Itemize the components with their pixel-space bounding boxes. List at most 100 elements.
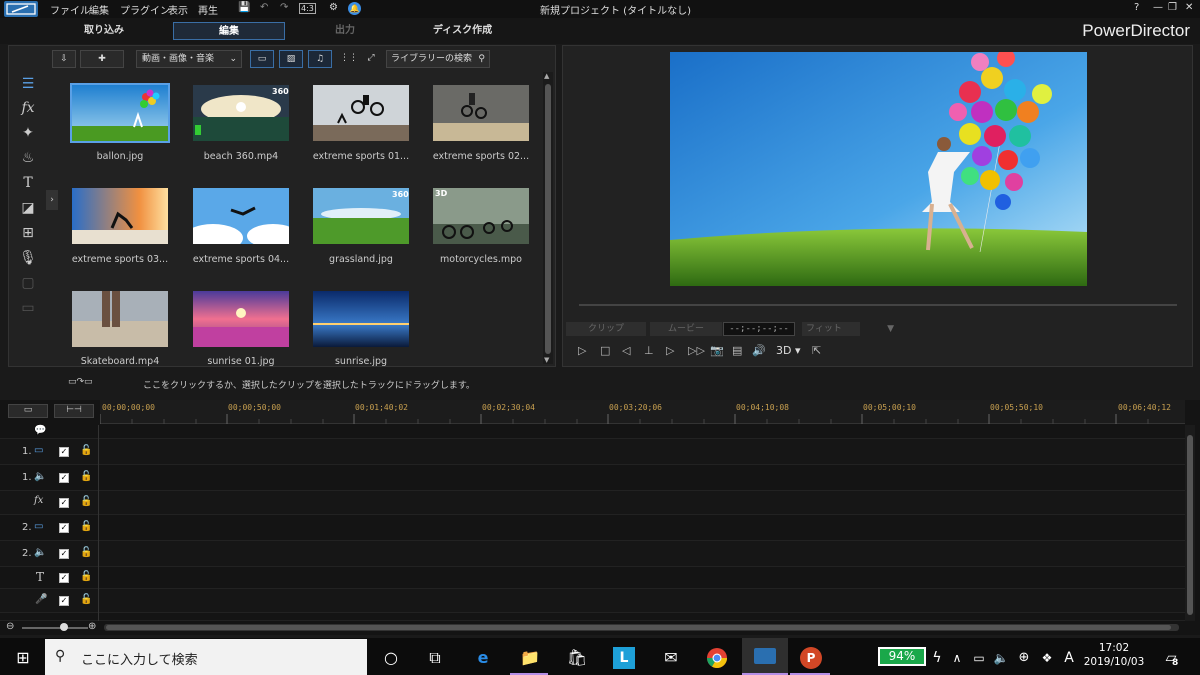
close-button[interactable]: ✕ (1185, 2, 1193, 13)
media-thumb-sunrise[interactable] (313, 291, 409, 347)
timeline-track[interactable]: 1. ▭ ✓ 🔓 (0, 439, 1185, 465)
track-enable-checkbox[interactable]: ✓ (59, 596, 69, 606)
filter-image-icon[interactable]: ▨ (279, 50, 303, 68)
media-filter-select[interactable]: 動画・画像・音楽 ⌄ (136, 50, 242, 68)
media-thumb-skateboard[interactable] (72, 291, 168, 347)
timeline-track[interactable]: 2. ▭ ✓ 🔓 (0, 515, 1185, 541)
timeline-hscroll-thumb[interactable] (106, 625, 1171, 630)
menu-playback[interactable]: 再生 (198, 2, 218, 17)
storyboard-toggle-icon[interactable]: ▭↷▭ (68, 377, 93, 387)
timeline-track[interactable] (0, 613, 1185, 621)
track-enable-checkbox[interactable]: ✓ (59, 447, 69, 457)
track-enable-checkbox[interactable]: ✓ (59, 498, 69, 508)
resize-thumbs-icon[interactable]: ⤢ (362, 50, 380, 68)
media-thumb-ballon[interactable] (70, 83, 170, 143)
cortana-icon[interactable]: ○ (380, 647, 402, 669)
media-thumb-motorcycles[interactable] (433, 188, 529, 244)
subtitles-icon[interactable]: ▤ (732, 344, 742, 357)
store-icon[interactable]: 🛍 (566, 647, 588, 669)
edge-browser-icon[interactable]: e (472, 647, 494, 669)
minimize-button[interactable]: — (1153, 2, 1163, 13)
network-globe-icon[interactable]: ⊕ (1013, 647, 1035, 669)
timeline-track[interactable]: T ✓ 🔓 (0, 567, 1185, 589)
track-enable-checkbox[interactable]: ✓ (59, 473, 69, 483)
start-windows-icon[interactable]: ⊞ (12, 647, 34, 669)
subtitle-room-icon[interactable]: ▭ (18, 298, 38, 318)
preview-progress-track[interactable] (579, 304, 1177, 306)
effects-room-icon[interactable]: fx (18, 98, 38, 118)
timeline-track[interactable]: 💬 (0, 425, 1185, 439)
tab-disc[interactable]: ディスク作成 (405, 22, 520, 40)
chrome-icon[interactable] (706, 647, 728, 669)
speaker-icon[interactable]: 🔈 (990, 647, 1012, 669)
lock-icon[interactable]: 🔓 (80, 521, 92, 532)
menu-view[interactable]: 表示 (168, 2, 188, 17)
prev-frame-icon[interactable]: ◁ (622, 344, 630, 357)
tab-edit[interactable]: 編集 (173, 22, 285, 40)
ime-indicator[interactable]: A (1058, 647, 1080, 669)
timeline-track[interactable]: 🎤 ✓ 🔓 (0, 589, 1185, 613)
timeline-vscroll[interactable] (1185, 425, 1195, 621)
media-thumb-extreme03[interactable] (72, 188, 168, 244)
zoom-out-icon[interactable]: ⊖ (6, 621, 14, 632)
media-room-icon[interactable]: ☰ (18, 74, 38, 94)
particle-room-icon[interactable]: ♨ (18, 148, 38, 168)
scroll-down-icon[interactable]: ▼ (544, 356, 549, 364)
plugin-button[interactable]: ✚ (80, 50, 124, 68)
lock-icon[interactable]: 🔓 (80, 496, 92, 507)
powerpoint-icon[interactable]: P (800, 647, 822, 669)
save-icon[interactable]: 💾 (238, 2, 250, 13)
library-scroll-thumb[interactable] (545, 84, 551, 354)
filter-music-icon[interactable]: ♫ (308, 50, 332, 68)
media-thumb-extreme02[interactable] (433, 85, 529, 141)
lock-icon[interactable]: 🔓 (80, 547, 92, 558)
pip-room-icon[interactable]: ✦ (18, 123, 38, 143)
play-icon[interactable]: ▷ (578, 344, 586, 357)
3d-mode-select[interactable]: 3D ▾ (776, 344, 801, 357)
file-explorer-icon[interactable]: 📁 (519, 647, 541, 669)
import-media-button[interactable]: ⇩ (52, 50, 76, 68)
scroll-up-icon[interactable]: ▲ (544, 72, 549, 80)
transition-room-icon[interactable]: ◪ (18, 198, 38, 218)
chapter-room-icon[interactable]: ▢ (18, 273, 38, 293)
library-search-input[interactable]: ライブラリーの検索 ⚲ (386, 50, 490, 68)
lock-icon[interactable]: 🔓 (80, 571, 92, 582)
lock-icon[interactable]: 🔓 (80, 471, 92, 482)
menu-file[interactable]: ファイル (50, 2, 90, 17)
show-hidden-icons-icon[interactable]: ∧ (946, 647, 968, 669)
undock-preview-icon[interactable]: ⇱ (812, 344, 821, 357)
voice-over-icon[interactable]: 🎙 (18, 248, 38, 268)
settings-gear-icon[interactable]: ⚙ (329, 2, 338, 13)
aspect-ratio-select[interactable]: 4:3 (299, 3, 316, 14)
clock[interactable]: 17:02 2019/10/03 (1082, 642, 1146, 668)
undo-icon[interactable]: ↶ (260, 2, 268, 13)
track-enable-checkbox[interactable]: ✓ (59, 523, 69, 533)
next-frame-icon[interactable]: ▷ (666, 344, 674, 357)
zoom-slider-knob[interactable] (60, 623, 68, 631)
timecode-input[interactable]: --;--;--;-- (723, 322, 795, 336)
library-scrollbar[interactable]: ▲ ▼ (543, 72, 553, 364)
movie-mode-button[interactable]: ムービー (650, 322, 722, 336)
track-enable-checkbox[interactable]: ✓ (59, 573, 69, 583)
split-icon[interactable]: ⊥ (644, 344, 654, 357)
media-thumb-extreme01[interactable] (313, 85, 409, 141)
menu-edit[interactable]: 編集 (89, 2, 109, 17)
fast-forward-icon[interactable]: ▷▷ (688, 344, 705, 357)
media-thumb-sunrise01[interactable] (193, 291, 289, 347)
fit-timeline-icon[interactable]: ⊢⊣ (54, 404, 94, 418)
timeline-track[interactable]: fx ✓ 🔓 (0, 491, 1185, 515)
timeline-vscroll-thumb[interactable] (1187, 435, 1193, 615)
timeline-ruler[interactable]: 00;00;00;00 00;00;50;00 00;01;40;02 00;0… (100, 400, 1185, 424)
powerdirector-taskbar-button[interactable] (742, 638, 788, 675)
help-button[interactable]: ? (1134, 2, 1139, 13)
clip-mode-button[interactable]: クリップ (566, 322, 646, 336)
stop-icon[interactable]: □ (600, 344, 610, 357)
lock-icon[interactable]: 🔓 (80, 445, 92, 456)
tab-produce[interactable]: 出力 (290, 22, 400, 40)
battery-tray-icon[interactable]: ▭ (968, 647, 990, 669)
mail-icon[interactable]: ✉ (660, 647, 682, 669)
taskbar-search-box[interactable]: ⚲ ここに入力して検索 (45, 639, 367, 675)
timeline-track[interactable]: 2. 🔈 ✓ 🔓 (0, 541, 1185, 567)
volume-icon[interactable]: 🔊 (752, 344, 766, 357)
zoom-slider[interactable] (22, 627, 88, 629)
